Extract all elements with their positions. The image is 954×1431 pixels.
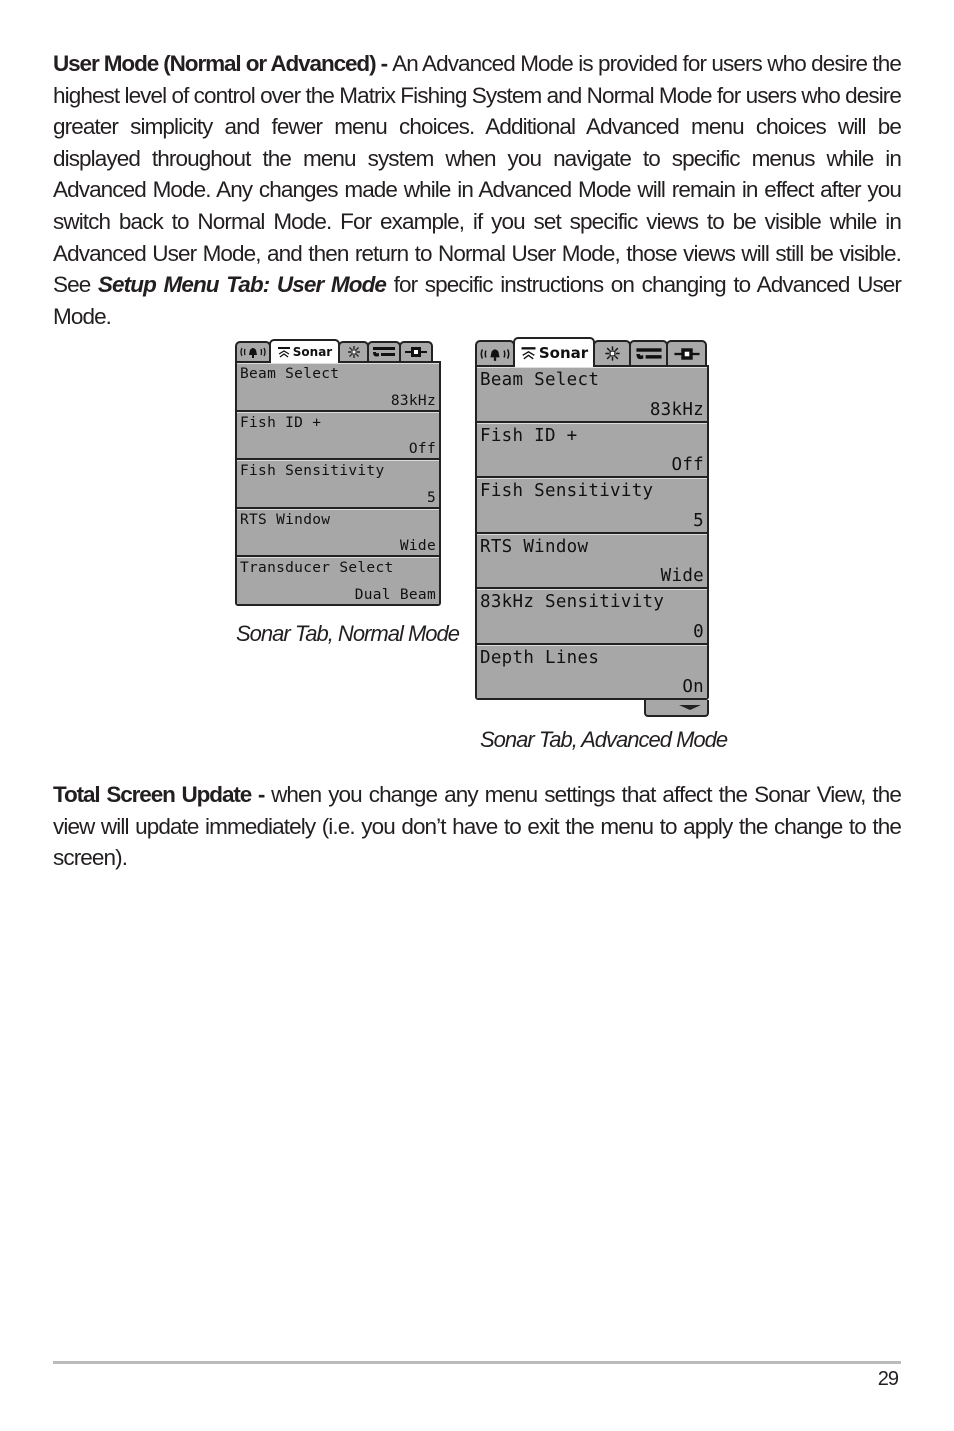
menu-item-value: Wide — [660, 566, 704, 586]
caption-normal-mode: Sonar Tab, Normal Mode — [236, 621, 460, 646]
sonar-tab-advanced-mode-screen: Sonar Beam Select 83kHz Fish ID + Off Fish… — [475, 335, 709, 717]
menu-item-fish-sensitivity[interactable]: Fish Sensitivity 5 — [237, 460, 439, 507]
alarm-bell-icon — [240, 347, 266, 358]
sonar-tab-normal-mode-screen: Sonar Beam Select 83kHz Fish ID + Off Fish… — [235, 337, 441, 606]
tab-accessories[interactable] — [399, 341, 433, 361]
alarm-bell-icon — [480, 348, 510, 361]
scroll-down-arrow-icon — [679, 705, 701, 710]
tab-navigation[interactable] — [338, 341, 369, 361]
tab-sonar-label: Sonar — [538, 344, 589, 362]
menu-item-label: 83kHz Sensitivity — [480, 592, 665, 612]
navigation-light-icon — [347, 346, 360, 358]
tab-accessories[interactable] — [666, 340, 707, 365]
sonar-icon — [277, 347, 290, 358]
menu-item-value: 83kHz — [390, 392, 436, 409]
menu-item-fish-sensitivity[interactable]: Fish Sensitivity 5 — [477, 478, 707, 532]
menu-item-label: Fish Sensitivity — [480, 481, 654, 501]
navigation-light-icon — [604, 346, 620, 361]
menu-item-value: Off — [671, 455, 704, 475]
menu-tab-bar: Sonar — [475, 335, 709, 367]
user-mode-heading: User Mode (Normal or Advanced) - — [53, 51, 393, 76]
accessory-plug-icon — [405, 347, 427, 357]
setup-menu-reference: Setup Menu Tab: User Mode — [97, 272, 387, 298]
menu-item-transducer-select[interactable]: Transducer Select Dual Beam — [237, 557, 439, 604]
menu-item-label: Fish ID + — [240, 414, 322, 431]
page-number: 29 — [877, 1368, 899, 1390]
menu-item-label: Fish Sensitivity — [240, 463, 385, 479]
menu-item-value: Dual Beam — [354, 586, 436, 603]
menu-item-fish-id[interactable]: Fish ID + Off — [237, 411, 439, 458]
menu-item-value: Wide — [399, 538, 436, 554]
tab-alarms[interactable] — [235, 341, 271, 361]
menu-item-value: 0 — [693, 621, 704, 642]
tab-sonar[interactable]: Sonar — [269, 339, 340, 363]
menu-item-label: RTS Window — [480, 536, 589, 557]
tab-setup[interactable] — [367, 341, 401, 361]
menu-item-label: RTS Window — [240, 511, 331, 528]
accessory-plug-icon — [673, 347, 700, 360]
menu-item-value: Off — [408, 441, 436, 457]
menu-item-rts-window[interactable]: RTS Window Wide — [477, 533, 707, 587]
tab-sonar[interactable]: Sonar — [513, 337, 595, 367]
menu-item-label: Depth Lines — [480, 647, 600, 668]
menu-item-value: 5 — [693, 510, 704, 531]
menu-item-83khz-sensitivity[interactable]: 83kHz Sensitivity 0 — [477, 589, 707, 643]
menu-item-value: 5 — [426, 489, 436, 506]
menu-item-fish-id[interactable]: Fish ID + Off — [477, 422, 707, 476]
menu-item-rts-window[interactable]: RTS Window Wide — [237, 508, 439, 555]
menu-item-label: Fish ID + — [480, 425, 578, 446]
tab-alarms[interactable] — [475, 340, 515, 365]
total-screen-update-paragraph: Total Screen Update - when you change an… — [53, 779, 902, 874]
menu-item-beam-select[interactable]: Beam Select 83kHz — [237, 363, 439, 410]
menu-item-value: On — [682, 677, 704, 697]
menu-tab-bar: Sonar — [235, 337, 441, 363]
scroll-more-indicator[interactable] — [644, 700, 709, 717]
tab-sonar-label: Sonar — [292, 345, 333, 359]
total-screen-update-heading: Total Screen Update - — [53, 782, 272, 807]
tab-navigation[interactable] — [593, 340, 631, 365]
menu-item-label: Transducer Select — [240, 560, 394, 576]
sonar-menu-list: Beam Select 83kHz Fish ID + Off Fish Sensi… — [475, 365, 709, 700]
footer-divider — [53, 1361, 901, 1364]
sonar-menu-list: Beam Select 83kHz Fish ID + Off Fish Sensi… — [235, 361, 441, 606]
menu-item-beam-select[interactable]: Beam Select 83kHz — [477, 367, 707, 421]
setup-wrench-icon — [373, 347, 395, 357]
menu-item-label: Beam Select — [480, 370, 600, 390]
tab-setup[interactable] — [629, 340, 668, 365]
sonar-icon — [521, 347, 536, 360]
menu-item-depth-lines[interactable]: Depth Lines On — [477, 644, 707, 698]
user-mode-paragraph: User Mode (Normal or Advanced) - An Adva… — [53, 48, 902, 332]
user-mode-body: An Advanced Mode is provided for users w… — [53, 51, 902, 298]
caption-advanced-mode: Sonar Tab, Advanced Mode — [480, 727, 728, 752]
setup-wrench-icon — [635, 347, 662, 359]
menu-item-label: Beam Select — [240, 366, 340, 382]
menu-item-value: 83kHz — [649, 399, 704, 420]
